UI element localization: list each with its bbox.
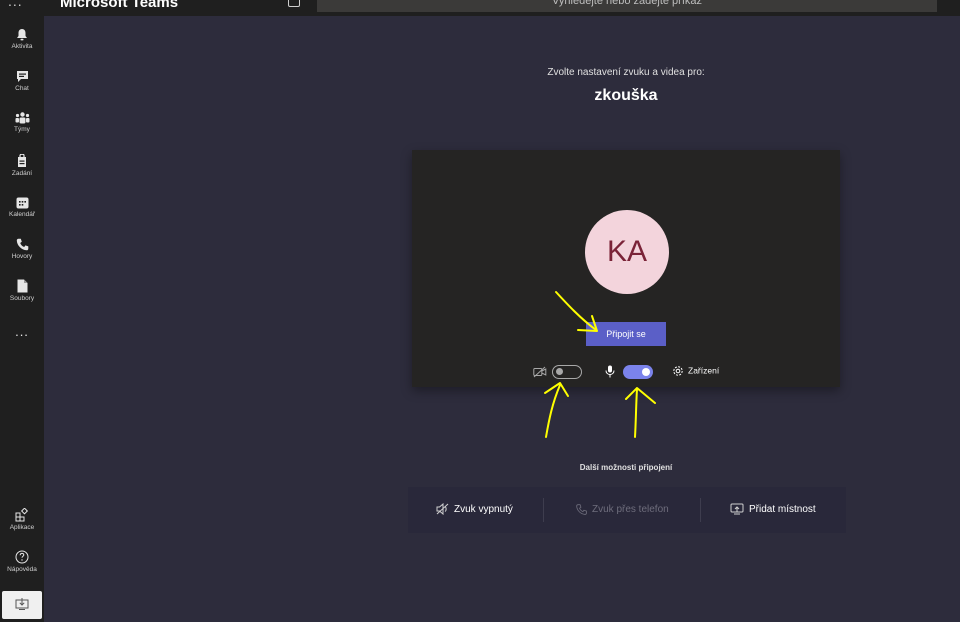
annotation-arrow-camera bbox=[544, 382, 569, 438]
annotation-arrows bbox=[544, 291, 656, 438]
annotation-arrow-join bbox=[555, 291, 598, 332]
annotation-arrow-microphone bbox=[625, 387, 656, 438]
